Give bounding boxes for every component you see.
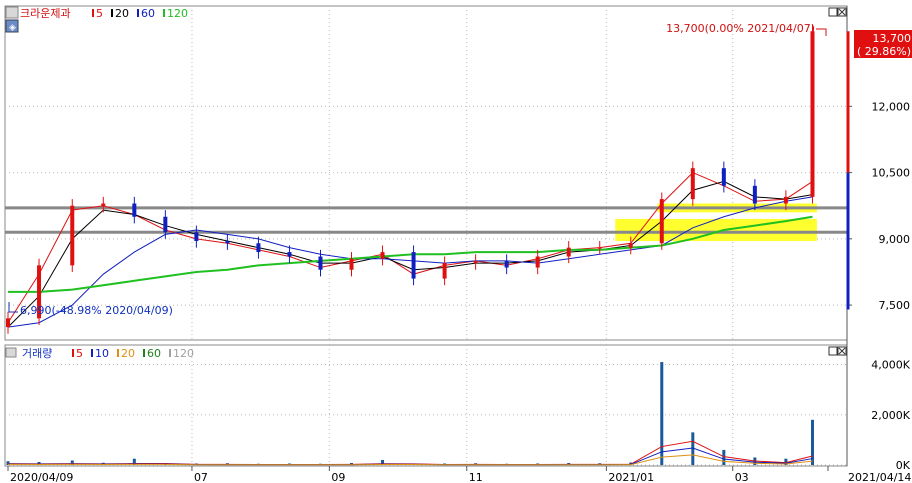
legend-swatch [111,9,113,17]
legend-swatch [91,349,93,357]
candle-body [783,196,788,204]
candle-body [597,247,602,249]
legend-swatch [92,9,94,17]
legend-label: 60 [141,7,155,20]
legend-swatch [72,349,74,357]
legend-label: 60 [147,347,161,360]
candle-body [690,168,695,200]
candle-body [566,247,571,257]
candle-body [442,263,447,279]
candle-body [411,252,416,279]
volume-maximize-icon[interactable] [828,346,838,356]
legend-label: 5 [96,7,103,20]
candle-body [70,205,75,266]
candle-body [752,185,757,204]
volume-y-tick: 4,000K [871,359,910,372]
candle-body [810,31,815,197]
candle-body [318,256,323,270]
legend-label: 20 [115,7,129,20]
volume-y-tick: 2,000K [871,409,910,422]
x-axis: 2020/04/09 07 09 11 2021/01 03 2021/04/14 [7,466,911,483]
volume-bar [810,419,814,465]
volume-bar [660,362,664,465]
candle-body [163,216,168,233]
legend-swatch [143,349,145,357]
x-tick-label: 2020/04/09 [10,471,73,483]
price-y-axis: 12,000 10,500 9,000 7,500 [872,100,911,312]
candle-body [349,258,354,270]
current-price: 13,700 [873,32,912,45]
svg-text:◈: ◈ [9,23,16,33]
x-tick-label: 11 [469,471,483,483]
x-tick-label: 03 [735,471,749,483]
min-price-annotation: 6,990(-48.98% 2020/04/09) [20,304,173,317]
volume-title: 거래량 [22,347,52,360]
price-y-tick: 10,500 [872,167,911,180]
legend-swatch [117,349,119,357]
x-tick-label: 09 [331,471,345,483]
legend-swatch [137,9,139,17]
x-tick-label: 2021/01 [608,471,654,483]
highlight-zone [615,218,817,242]
price-y-tick: 9,000 [879,233,911,246]
max-price-annotation: 13,700(0.00% 2021/04/07) [666,22,815,35]
candle-body [380,252,385,259]
stock-chart: 크라운제과 5 20 60 120 ◈ 거래량 5 10 20 60 120 13,700(0… [4,5,912,483]
candle-body [132,203,137,217]
candle-body [659,199,664,244]
legend-label: 20 [121,347,135,360]
x-tick-label: 2021/04/14 [848,471,911,483]
legend-label: 120 [173,347,194,360]
legend-label: 120 [167,7,188,20]
legend-swatch [169,349,171,357]
candle-body [6,318,10,328]
candle-body [225,241,230,244]
volume-panel-frame [4,344,848,467]
legend-swatch [163,9,165,17]
x-tick-label: 07 [194,471,208,483]
candle-body [256,243,261,253]
candle-body [194,232,199,242]
current-change: ( 29.86%) [857,45,911,58]
legend-label: 5 [76,347,83,360]
volume-y-axis: 4,000K2,000K0K [871,359,910,472]
price-y-tick: 7,500 [879,299,911,312]
volume-settings-icon[interactable] [5,347,17,358]
price-y-tick: 12,000 [872,100,911,113]
candle-body [473,260,478,264]
volume-bar [722,449,726,465]
candle-body [504,260,509,268]
candle-body [535,256,540,268]
stock-name-label: 크라운제과 [20,7,71,20]
maximize-panel-icon[interactable] [828,7,838,17]
candle-body [101,203,106,206]
candle-body [628,243,633,248]
candle-body [721,168,726,186]
legend-label: 10 [95,347,109,360]
settings-icon[interactable] [5,6,19,19]
candle-body [287,252,292,257]
